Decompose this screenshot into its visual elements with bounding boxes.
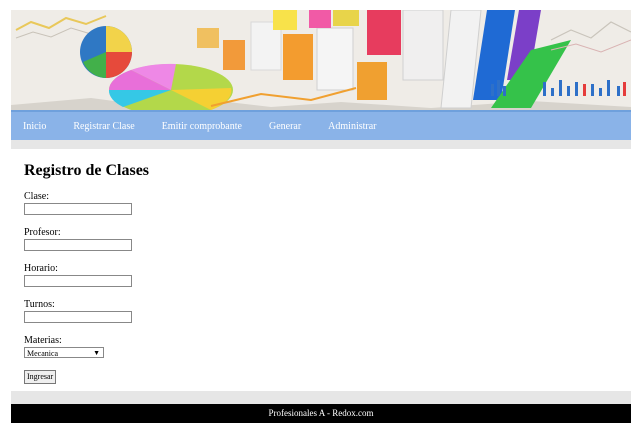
turnos-input[interactable]: [24, 311, 132, 323]
page-frame: Inicio Registrar Clase Emitir comprobant…: [11, 10, 631, 423]
horario-field: Horario:: [24, 263, 614, 287]
profesor-field: Profesor:: [24, 227, 614, 251]
horario-input[interactable]: [24, 275, 132, 287]
turnos-field: Turnos:: [24, 299, 614, 323]
main-content: Registro de Clases Clase: Profesor: Hora…: [24, 161, 614, 384]
main-nav: Inicio Registrar Clase Emitir comprobant…: [11, 110, 631, 140]
clase-input[interactable]: [24, 203, 132, 215]
clase-label: Clase:: [24, 191, 49, 202]
ingresar-button[interactable]: Ingresar: [24, 370, 57, 384]
horario-label: Horario:: [24, 263, 58, 274]
dropdown-arrow-icon: ▼: [93, 349, 100, 357]
profesor-input[interactable]: [24, 239, 132, 251]
nav-divider: [11, 140, 631, 149]
materias-select[interactable]: Mecanica ▼: [24, 347, 104, 358]
nav-item-emitir-comprobante[interactable]: Emitir comprobante: [162, 121, 242, 132]
clase-field: Clase:: [24, 191, 614, 215]
nav-item-administrar[interactable]: Administrar: [328, 121, 376, 132]
footer-divider: [11, 391, 631, 404]
nav-item-generar[interactable]: Generar: [269, 121, 301, 132]
footer: Profesionales A - Redox.com: [11, 404, 631, 423]
banner-illustration: [11, 10, 631, 110]
materias-field: Materias: Mecanica ▼: [24, 335, 614, 358]
nav-item-registrar-clase[interactable]: Registrar Clase: [73, 121, 134, 132]
nav-item-inicio[interactable]: Inicio: [23, 121, 46, 132]
turnos-label: Turnos:: [24, 299, 55, 310]
materias-selected-value: Mecanica: [27, 349, 59, 358]
page-title: Registro de Clases: [24, 162, 150, 179]
header-banner-image: [11, 10, 631, 110]
materias-label: Materias:: [24, 335, 62, 346]
profesor-label: Profesor:: [24, 227, 61, 238]
footer-text: Profesionales A - Redox.com: [268, 408, 374, 418]
